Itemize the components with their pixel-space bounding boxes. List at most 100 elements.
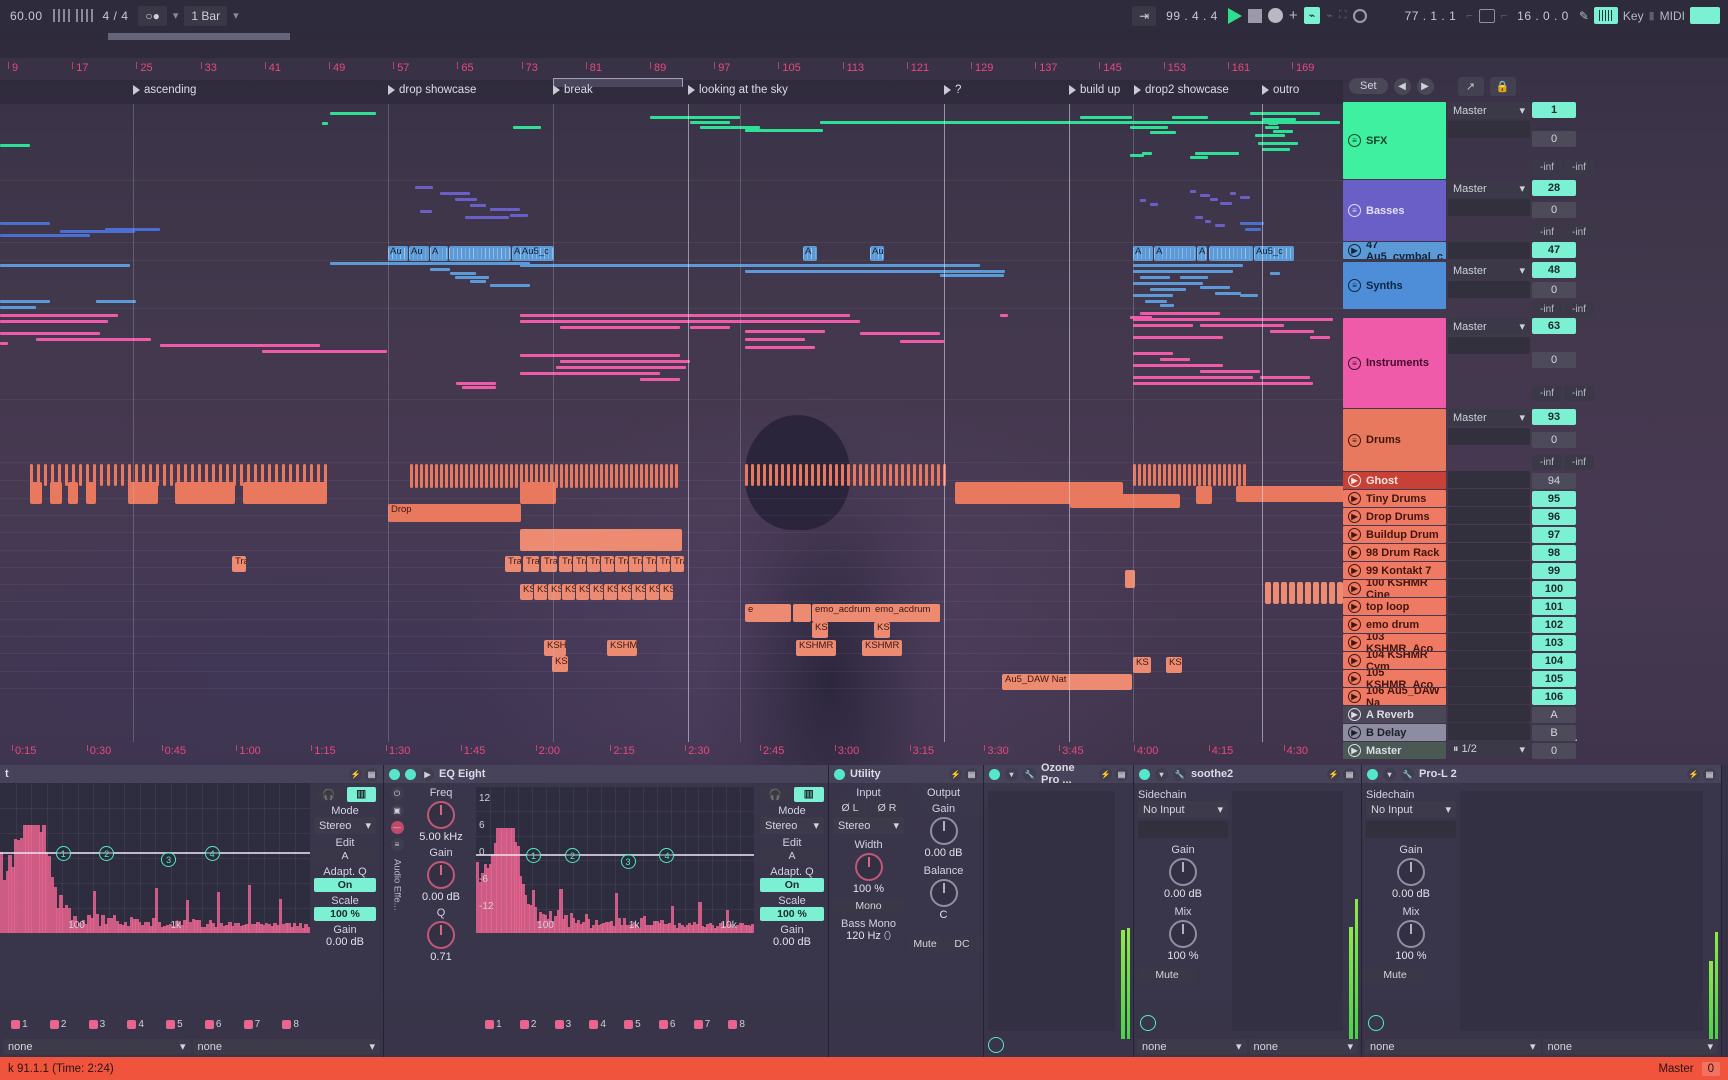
- drum-clip[interactable]: [670, 464, 673, 488]
- drum-clip[interactable]: Tra: [559, 556, 572, 572]
- arrangement-view[interactable]: AuAuAA Au5_cAAuAAAAu5_cDropTraTraTraTraT…: [0, 104, 1343, 742]
- drum-track-row[interactable]: ▶ 99 Kontakt 7 99: [1343, 562, 1728, 579]
- track-output-sub[interactable]: [1448, 337, 1530, 354]
- group-icon[interactable]: ≡: [1348, 434, 1361, 447]
- drum-clip[interactable]: [660, 464, 663, 488]
- locator-marker[interactable]: drop2 showcase: [1134, 84, 1229, 96]
- drum-clip[interactable]: [1188, 464, 1191, 486]
- re-enable-automation-icon[interactable]: ⌁: [1326, 9, 1333, 22]
- eq-band-cell[interactable]: 2: [39, 1009, 78, 1039]
- eq-band-cell[interactable]: 5: [615, 1009, 650, 1039]
- drum-clip[interactable]: Tra: [523, 556, 539, 572]
- midi-note[interactable]: [0, 264, 130, 267]
- drum-clip[interactable]: [410, 464, 413, 488]
- device-eq-eight[interactable]: ▶ EQ Eight ⏻ ▣ — ≡ Audio Effe... Freq 5.00 kHz Ga…: [384, 765, 829, 1057]
- channel-mode-select[interactable]: Stereo ▾: [833, 817, 904, 834]
- play-icon[interactable]: ▶: [1348, 244, 1361, 257]
- drum-clip[interactable]: [793, 604, 811, 622]
- camera-icon[interactable]: ▣: [391, 804, 404, 817]
- drum-clip[interactable]: [1321, 582, 1327, 604]
- delete-icon[interactable]: —: [391, 821, 404, 834]
- track-volume-value[interactable]: -inf: [1532, 386, 1562, 401]
- drum-clip[interactable]: [1223, 464, 1226, 486]
- play-icon[interactable]: ▶: [1348, 510, 1361, 523]
- eq-band-node[interactable]: 1: [56, 846, 71, 861]
- track-number[interactable]: 102: [1532, 617, 1576, 633]
- drum-clip[interactable]: [1243, 464, 1246, 486]
- phase-invert-left-button[interactable]: Ø L: [833, 801, 867, 815]
- device-slot-select[interactable]: none ▾: [1543, 1039, 1719, 1054]
- track-send-value[interactable]: -inf: [1564, 160, 1594, 175]
- play-icon[interactable]: ▶: [1348, 582, 1361, 595]
- audio-clip[interactable]: A: [803, 246, 817, 261]
- track-output-blank[interactable]: [1448, 489, 1530, 506]
- midi-note[interactable]: [0, 300, 50, 303]
- track-output-blank[interactable]: [1448, 579, 1530, 596]
- midi-note[interactable]: [690, 121, 730, 124]
- phase-invert-right-button[interactable]: Ø R: [870, 801, 904, 815]
- hot-swap-icon[interactable]: ⚡: [1099, 768, 1112, 781]
- device-ozone[interactable]: ▾ 🔧 Ozone Pro ... ⚡ ▤: [984, 765, 1134, 1057]
- drum-clip[interactable]: [1273, 582, 1279, 604]
- midi-note[interactable]: [1240, 222, 1264, 225]
- track-number[interactable]: 28: [1532, 180, 1576, 196]
- play-icon[interactable]: ▶: [1348, 600, 1361, 613]
- midi-note[interactable]: [510, 214, 528, 217]
- track-output-sub[interactable]: [1448, 199, 1530, 216]
- tempo-field[interactable]: 60.00: [6, 7, 47, 25]
- add-automation-icon[interactable]: +: [1289, 7, 1298, 24]
- arrangement-track-lane[interactable]: [0, 637, 1343, 654]
- drum-clip[interactable]: [645, 464, 648, 488]
- drum-clip[interactable]: [1143, 464, 1146, 486]
- drum-clip[interactable]: [430, 464, 433, 488]
- punch-out-icon[interactable]: ⌐: [1501, 10, 1507, 22]
- drum-clip[interactable]: [1196, 486, 1212, 504]
- drum-track-row[interactable]: ▶ 105 KSHMR_Aco 105: [1343, 670, 1728, 687]
- device-slot-select[interactable]: none ▾: [3, 1039, 191, 1054]
- track-send-value[interactable]: -inf: [1564, 386, 1594, 401]
- midi-note[interactable]: [1195, 152, 1239, 155]
- drum-clip[interactable]: [817, 464, 820, 486]
- drum-clip[interactable]: KS: [632, 584, 645, 600]
- midi-note[interactable]: [745, 129, 823, 132]
- drum-clip[interactable]: [620, 464, 623, 488]
- drum-clip[interactable]: [1163, 464, 1166, 486]
- status-master-value[interactable]: 0: [1702, 1062, 1720, 1076]
- track-number[interactable]: 98: [1532, 545, 1576, 561]
- drum-clip[interactable]: Tra: [541, 556, 557, 572]
- chevron-down-icon[interactable]: ▾: [1005, 768, 1018, 781]
- analyzer-icon[interactable]: ▥: [347, 787, 377, 802]
- midi-note[interactable]: [1220, 202, 1232, 205]
- drum-clip[interactable]: [1228, 464, 1231, 486]
- loop-length-field[interactable]: 16 . 0 . 0: [1513, 7, 1573, 25]
- locator-marker[interactable]: build up: [1069, 84, 1120, 96]
- drum-clip[interactable]: [605, 464, 608, 488]
- arrangement-track-lane[interactable]: [0, 603, 1343, 620]
- audio-clip[interactable]: A Au5_c: [512, 246, 554, 261]
- midi-note[interactable]: [1262, 118, 1296, 121]
- track-name[interactable]: ≡ Instruments: [1343, 318, 1446, 408]
- play-icon[interactable]: ▶: [1348, 690, 1361, 703]
- midi-note[interactable]: [420, 210, 432, 213]
- device-header[interactable]: Utility ⚡ ▤: [829, 765, 983, 783]
- midi-note[interactable]: [1250, 318, 1320, 321]
- track-number[interactable]: 101: [1532, 599, 1576, 615]
- unfold-icon[interactable]: [1368, 1015, 1384, 1031]
- drum-clip[interactable]: [86, 482, 96, 504]
- drum-clip[interactable]: [1281, 582, 1287, 604]
- midi-note[interactable]: [1200, 370, 1260, 373]
- drum-clip[interactable]: [781, 464, 784, 486]
- midi-note[interactable]: [1130, 126, 1168, 129]
- drum-clip[interactable]: [420, 464, 423, 488]
- mix-value[interactable]: 100 %: [1366, 950, 1456, 962]
- device-slot-select[interactable]: none ▾: [1249, 1039, 1359, 1054]
- drum-clip[interactable]: [1265, 582, 1271, 604]
- eq-band-cell[interactable]: 8: [271, 1009, 310, 1039]
- drum-clip[interactable]: KS: [618, 584, 631, 600]
- play-icon[interactable]: ▶: [1348, 726, 1361, 739]
- track-name[interactable]: ▶ A Reverb: [1343, 706, 1446, 723]
- play-icon[interactable]: ▶: [1348, 492, 1361, 505]
- track-number[interactable]: 105: [1532, 671, 1576, 687]
- drum-track-row[interactable]: ▶ Tiny Drums 95: [1343, 490, 1728, 507]
- eq-band-cell[interactable]: 2: [511, 1009, 546, 1039]
